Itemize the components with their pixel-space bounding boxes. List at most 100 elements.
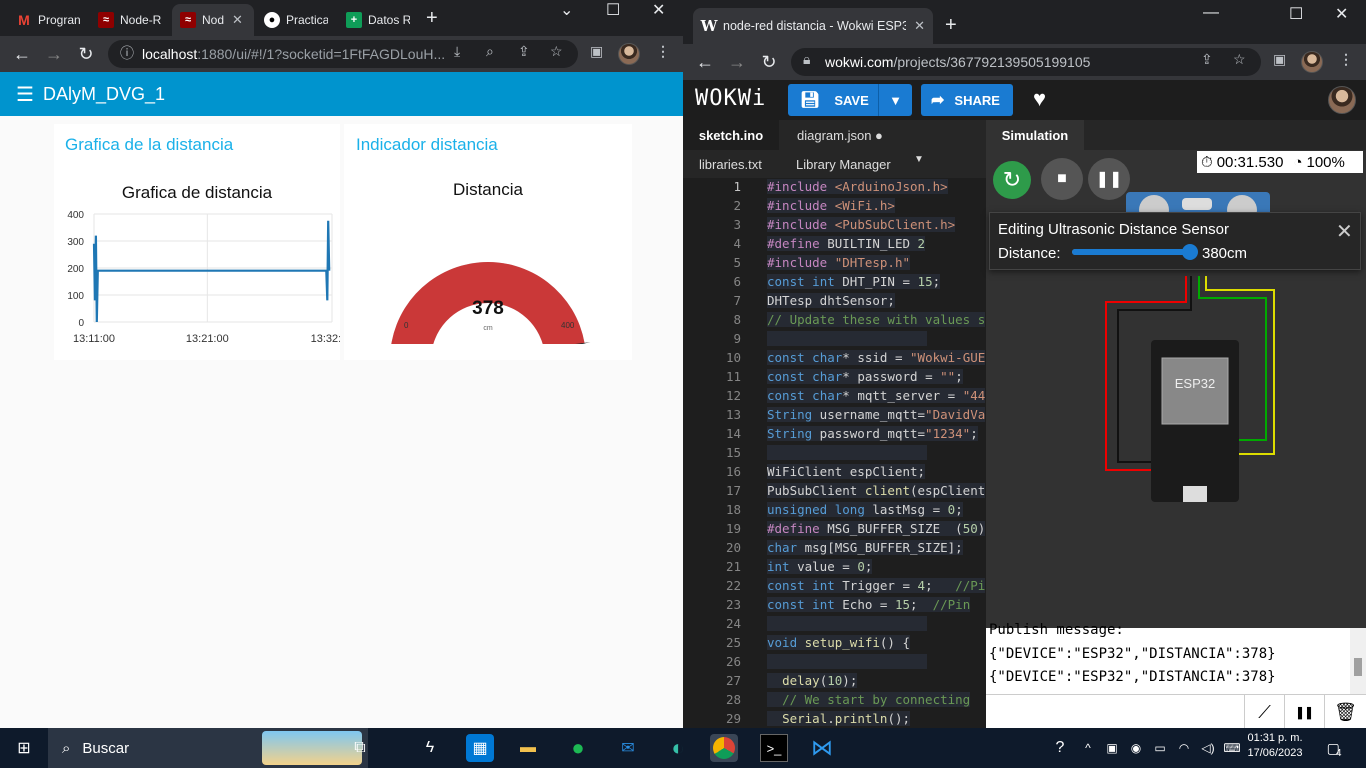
distance-slider[interactable] <box>1072 244 1198 260</box>
task-view-icon[interactable]: ⧉ <box>346 734 374 762</box>
code-line: #include "DHTesp.h" <box>767 255 911 270</box>
right-browser-window: W node-red distancia - Wokwi ESP3 ✕ + — … <box>683 0 1366 729</box>
chevron-down-icon[interactable]: ⌄ <box>560 0 573 20</box>
chip-label: ESP32 <box>1175 376 1215 391</box>
forward-icon[interactable]: → <box>42 42 66 66</box>
x-tick-label: 13:11:00 <box>73 333 115 345</box>
chrome-icon[interactable] <box>710 734 738 762</box>
code-line: const char* password = ""; <box>767 369 963 384</box>
node-red-icon: ≈ <box>98 12 114 28</box>
line-number: 26 <box>725 654 741 669</box>
hamburger-menu-icon[interactable]: ☰ <box>16 82 34 107</box>
chevron-down-icon[interactable]: ▼ <box>914 154 924 165</box>
y-tick-label: 300 <box>67 237 84 248</box>
close-tab-icon[interactable]: ✕ <box>914 18 925 34</box>
windows-start-icon[interactable]: ⊞ <box>10 734 38 762</box>
y-tick-label: 100 <box>67 291 84 302</box>
new-tab-button[interactable]: + <box>945 14 957 37</box>
close-tab-icon[interactable]: ✕ <box>232 12 243 28</box>
install-icon[interactable]: ⤓ <box>454 43 460 60</box>
reload-icon[interactable]: ↻ <box>757 50 781 74</box>
menu-dots-icon[interactable]: ⋮ <box>656 43 670 60</box>
minimize-button[interactable]: — <box>1203 4 1219 22</box>
tab-wokwi[interactable]: W node-red distancia - Wokwi ESP3 ✕ <box>693 8 933 44</box>
notification-count: 4 <box>1335 747 1342 759</box>
chevron-down-icon[interactable]: ▼ <box>878 84 912 116</box>
code-line: #include <WiFi.h> <box>767 198 895 213</box>
line-number: 29 <box>725 711 741 726</box>
sensor-edit-popup: Editing Ultrasonic Distance Sensor ✕ Dis… <box>989 212 1361 270</box>
save-icon: 💾︎ <box>800 92 821 109</box>
forward-icon[interactable]: → <box>725 50 749 74</box>
tab-node-red-active[interactable]: ≈ Nod ✕ <box>172 4 254 36</box>
sidepanel-icon[interactable]: ▣ <box>590 43 603 60</box>
close-icon[interactable]: ✕ <box>1336 219 1353 244</box>
plotter-icon[interactable]: ⟋ <box>1244 695 1284 729</box>
tab-gmail[interactable]: M Progran <box>8 4 88 36</box>
serial-scrollbar[interactable] <box>1350 628 1366 694</box>
lock-icon[interactable]: 🔒︎ <box>803 51 810 68</box>
heart-icon[interactable]: ♥ <box>1033 86 1046 112</box>
line-number: 27 <box>725 673 741 688</box>
store-icon[interactable]: ▦ <box>466 734 494 762</box>
back-icon[interactable]: ← <box>10 42 34 66</box>
close-window-button[interactable]: ✕ <box>652 0 665 20</box>
maximize-button[interactable]: ☐ <box>1289 4 1303 24</box>
address-bar[interactable]: localhost:1880/ui/#!/1?socketid=1FtFAGDL… <box>108 40 578 68</box>
close-window-button[interactable]: ✕ <box>1335 4 1348 24</box>
spotify-icon[interactable]: ● <box>564 734 592 762</box>
edge-icon[interactable]: ◐ <box>664 734 692 762</box>
scrollbar-thumb[interactable] <box>1354 658 1362 676</box>
tab-node-red-1[interactable]: ≈ Node-R <box>90 4 170 36</box>
clock[interactable]: 01:31 p. m. 17/06/2023 <box>1240 732 1310 759</box>
share-icon[interactable]: ⇪ <box>518 43 530 60</box>
bookmark-star-icon[interactable]: ☆ <box>550 43 563 60</box>
serial-input[interactable] <box>986 695 1244 729</box>
address-bar[interactable]: wokwi.com/projects/367792139505199105 <box>791 48 1261 76</box>
vscode-icon[interactable]: ⋈ <box>808 734 836 762</box>
code-line <box>767 616 927 631</box>
taskbar-search[interactable]: ⌕ Buscar <box>48 728 368 768</box>
usb-port <box>1183 486 1207 502</box>
menu-dots-icon[interactable]: ⋮ <box>1339 51 1353 68</box>
back-icon[interactable]: ← <box>693 50 717 74</box>
share-button[interactable]: ➦ SHARE <box>921 84 1013 116</box>
zoom-icon[interactable]: ⌕ <box>486 43 494 60</box>
save-button[interactable]: 💾︎ SAVE ▼ <box>788 84 912 116</box>
share-icon[interactable]: ⇪ <box>1201 51 1213 68</box>
code-line <box>767 445 927 460</box>
tab-simulation[interactable]: Simulation <box>986 120 1084 150</box>
new-tab-button[interactable]: + <box>426 7 438 30</box>
reload-icon[interactable]: ↻ <box>74 42 98 66</box>
file-explorer-icon[interactable]: ▬ <box>514 734 542 762</box>
app-pinned-icon[interactable]: ϟ <box>416 734 444 762</box>
mail-icon[interactable]: ✉ <box>614 734 642 762</box>
profile-avatar[interactable] <box>1301 51 1323 73</box>
user-avatar[interactable] <box>1328 86 1356 114</box>
maximize-button[interactable]: ☐ <box>606 0 620 20</box>
tab-sheets[interactable]: + Datos R <box>338 4 418 36</box>
slider-thumb[interactable] <box>1181 244 1198 260</box>
tab-label: Node-R <box>120 13 162 27</box>
tab-library-manager[interactable]: Library Manager <box>796 157 891 172</box>
bookmark-star-icon[interactable]: ☆ <box>1233 51 1246 68</box>
terminal-icon[interactable]: >_ <box>760 734 788 762</box>
site-info-icon[interactable]: ⓘ <box>120 43 134 63</box>
code-line: const char* ssid = "Wokwi-GUE <box>767 350 986 365</box>
notifications-icon[interactable]: ▢ 4 <box>1320 734 1348 762</box>
trash-icon[interactable]: 🗑︎ <box>1324 695 1366 729</box>
code-line: WiFiClient espClient; <box>767 464 926 479</box>
pause-icon[interactable]: ❚❚ <box>1284 695 1324 729</box>
sidepanel-icon[interactable]: ▣ <box>1273 51 1286 68</box>
wokwi-logo[interactable]: WOKWi <box>695 86 766 111</box>
share-label: SHARE <box>954 92 1000 108</box>
profile-avatar[interactable] <box>618 43 640 65</box>
tab-diagram-json[interactable]: diagram.json ● <box>797 128 883 143</box>
simulation-canvas[interactable]: ↻ ■ ❚❚ ⏱ 00:31.530 ◔ 100% ESP32 Editing … <box>986 150 1366 628</box>
help-icon[interactable]: ? <box>1046 734 1074 762</box>
tab-github[interactable]: ● Practica <box>256 4 336 36</box>
tab-sketch-ino[interactable]: sketch.ino <box>683 120 779 150</box>
code-editor[interactable]: 1 #include <ArduinoJson.h> 2 #include <WiFi… <box>683 178 986 728</box>
save-label: SAVE <box>834 92 869 108</box>
tab-libraries-txt[interactable]: libraries.txt <box>699 157 762 172</box>
